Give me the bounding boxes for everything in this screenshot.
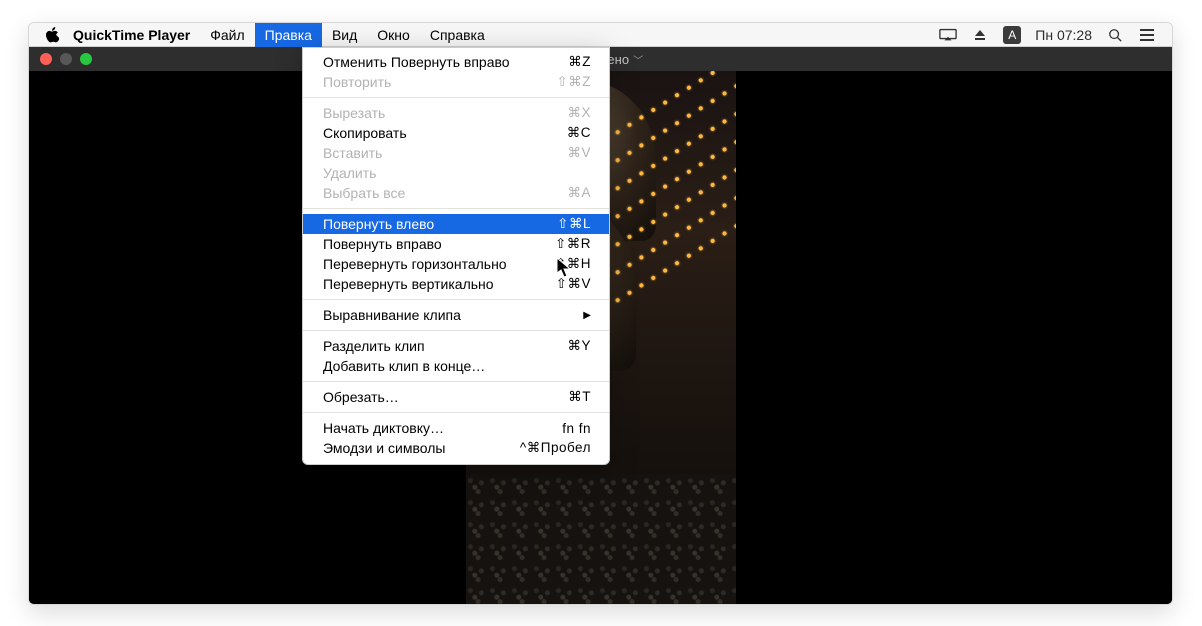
menu-item[interactable]: Выравнивание клипа▶ bbox=[303, 305, 609, 325]
menu-separator bbox=[303, 299, 609, 300]
screen: QuickTime Player ФайлПравкаВидОкноСправк… bbox=[28, 22, 1173, 605]
menu-item-shortcut: ⇧⌘Z bbox=[525, 74, 591, 90]
menu-item-shortcut: ⇧⌘R bbox=[525, 236, 591, 252]
input-source-indicator[interactable]: А bbox=[1003, 26, 1021, 44]
menubar-item[interactable]: Файл bbox=[200, 23, 254, 47]
airplay-icon[interactable] bbox=[939, 23, 957, 47]
menu-item-shortcut: ⌘A bbox=[525, 185, 591, 201]
chevron-down-icon: ﹀ bbox=[633, 56, 643, 67]
menu-separator bbox=[303, 330, 609, 331]
menu-item-shortcut: ^⌘Пробел bbox=[520, 440, 591, 456]
menubar-app-name[interactable]: QuickTime Player bbox=[63, 27, 200, 43]
menu-item-label: Скопировать bbox=[323, 125, 525, 141]
menu-item[interactable]: Добавить клип в конце… bbox=[303, 356, 609, 376]
menu-item-label: Эмодзи и символы bbox=[323, 440, 520, 456]
menu-item[interactable]: Эмодзи и символы^⌘Пробел bbox=[303, 438, 609, 458]
menu-item-shortcut: ⌘Y bbox=[525, 338, 591, 354]
mouse-cursor bbox=[557, 258, 571, 278]
apple-menu-icon[interactable] bbox=[41, 23, 63, 47]
submenu-arrow-icon: ▶ bbox=[583, 310, 591, 321]
menu-item-label: Обрезать… bbox=[323, 389, 525, 405]
window-controls bbox=[40, 53, 92, 65]
menu-item-label: Перевернуть горизонтально bbox=[323, 256, 525, 272]
menu-item-shortcut: ⌘V bbox=[525, 145, 591, 161]
menu-separator bbox=[303, 381, 609, 382]
menubar-item[interactable]: Окно bbox=[367, 23, 420, 47]
menubar-item[interactable]: Справка bbox=[420, 23, 495, 47]
spotlight-icon[interactable] bbox=[1106, 23, 1124, 47]
menu-item[interactable]: Повернуть влево⇧⌘L bbox=[303, 214, 609, 234]
menu-item-label: Повернуть вправо bbox=[323, 236, 525, 252]
menu-separator bbox=[303, 412, 609, 413]
menu-item[interactable]: Начать диктовку…fn fn bbox=[303, 418, 609, 438]
menu-item-label: Повернуть влево bbox=[323, 216, 525, 232]
menu-item[interactable]: Повернуть вправо⇧⌘R bbox=[303, 234, 609, 254]
menu-item: Выбрать все⌘A bbox=[303, 183, 609, 203]
menu-item-label: Вырезать bbox=[323, 105, 525, 121]
edit-menu-dropdown: Отменить Повернуть вправо⌘ZПовторить⇧⌘ZВ… bbox=[302, 47, 610, 465]
menu-item-shortcut: fn fn bbox=[525, 421, 591, 436]
menubar-item[interactable]: Правка bbox=[255, 23, 322, 47]
menu-item-shortcut: ⌘X bbox=[525, 105, 591, 121]
menu-item[interactable]: Скопировать⌘C bbox=[303, 123, 609, 143]
menu-item-label: Отменить Повернуть вправо bbox=[323, 54, 525, 70]
menu-item-shortcut: ⇧⌘V bbox=[525, 276, 591, 292]
menu-item: Повторить⇧⌘Z bbox=[303, 72, 609, 92]
menu-item-label: Удалить bbox=[323, 165, 525, 181]
window-zoom-button[interactable] bbox=[80, 53, 92, 65]
menu-item-shortcut: ⌘Z bbox=[525, 54, 591, 70]
menu-item-shortcut: ⌘T bbox=[525, 389, 591, 405]
window-close-button[interactable] bbox=[40, 53, 52, 65]
menu-item-label: Перевернуть вертикально bbox=[323, 276, 525, 292]
notification-center-icon[interactable] bbox=[1138, 23, 1156, 47]
menu-item[interactable]: Обрезать…⌘T bbox=[303, 387, 609, 407]
menu-item: Вырезать⌘X bbox=[303, 103, 609, 123]
menu-item-label: Вставить bbox=[323, 145, 525, 161]
menu-item: Удалить bbox=[303, 163, 609, 183]
menu-separator bbox=[303, 97, 609, 98]
menubar-clock[interactable]: Пн 07:28 bbox=[1035, 27, 1092, 43]
menu-item[interactable]: Разделить клип⌘Y bbox=[303, 336, 609, 356]
window-minimize-button[interactable] bbox=[60, 53, 72, 65]
menubar-item[interactable]: Вид bbox=[322, 23, 367, 47]
menu-item-label: Повторить bbox=[323, 74, 525, 90]
macos-menubar: QuickTime Player ФайлПравкаВидОкноСправк… bbox=[29, 23, 1172, 47]
menu-item-label: Выравнивание клипа bbox=[323, 307, 583, 323]
menu-item-label: Добавить клип в конце… bbox=[323, 358, 525, 374]
menu-item-label: Выбрать все bbox=[323, 185, 525, 201]
menu-separator bbox=[303, 208, 609, 209]
menu-item: Вставить⌘V bbox=[303, 143, 609, 163]
menu-item-shortcut: ⌘C bbox=[525, 125, 591, 141]
menu-item-shortcut: ⇧⌘L bbox=[525, 216, 591, 232]
menu-item-label: Начать диктовку… bbox=[323, 420, 525, 436]
menu-item-label: Разделить клип bbox=[323, 338, 525, 354]
eject-icon[interactable] bbox=[971, 23, 989, 47]
menu-item[interactable]: Отменить Повернуть вправо⌘Z bbox=[303, 52, 609, 72]
